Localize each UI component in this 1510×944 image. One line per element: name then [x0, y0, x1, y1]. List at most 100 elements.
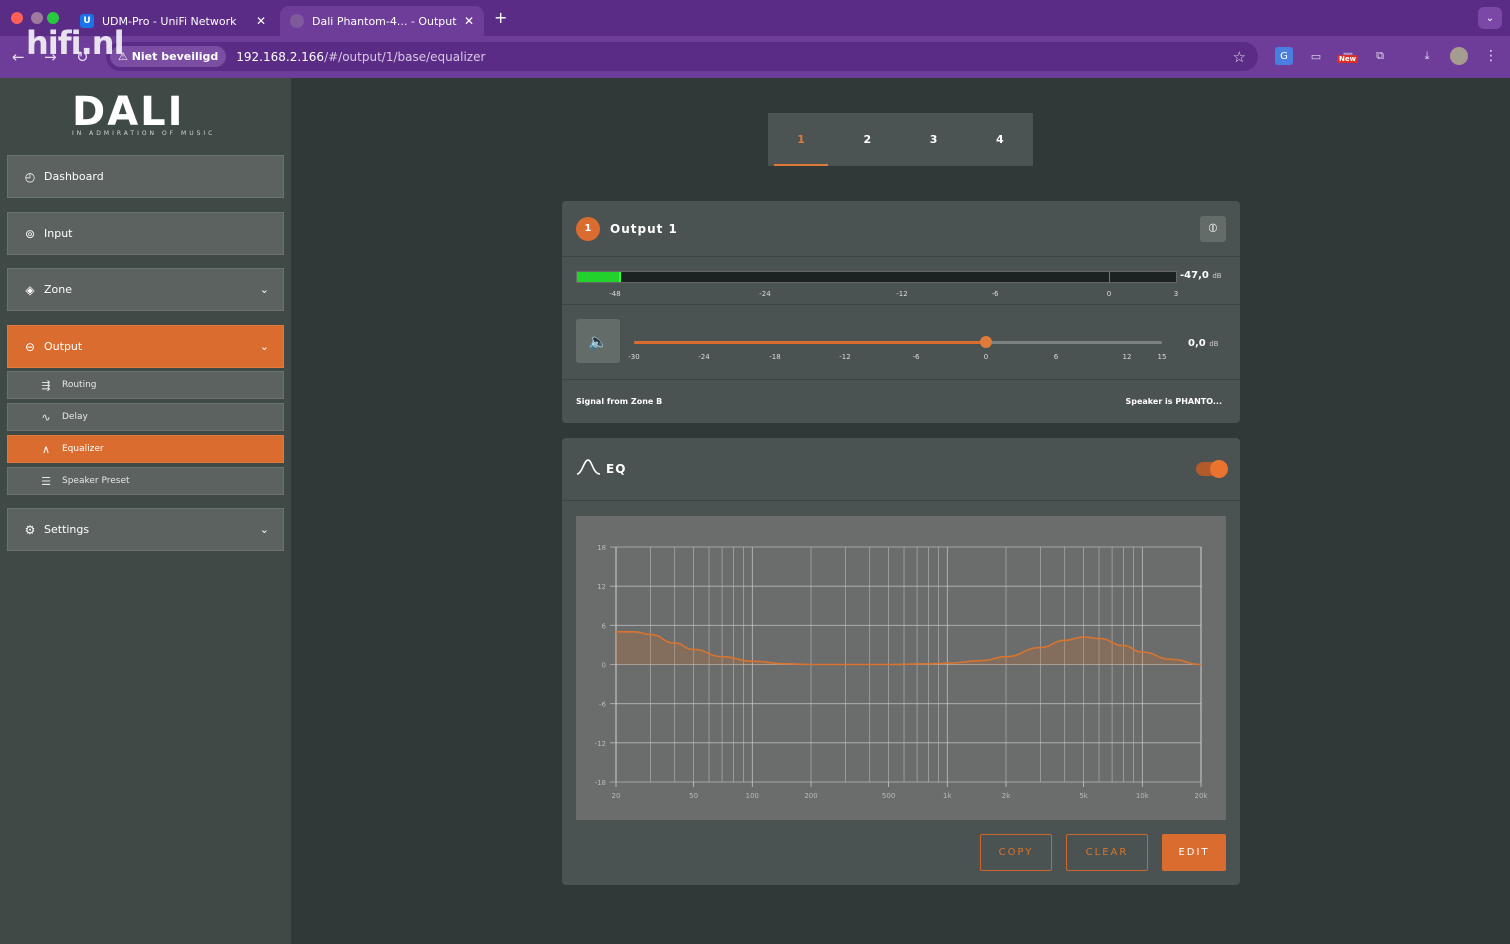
translate-extension-icon[interactable]: G: [1275, 47, 1293, 65]
eq-curve-icon: [576, 458, 602, 480]
y-tick-label: 0: [602, 662, 606, 670]
tab-search-chevron-icon[interactable]: ⌄: [1478, 7, 1502, 29]
browser-toolbar: ← → ↻ ⚠ Niet beveiligd 192.168.2.166/#/o…: [0, 36, 1510, 78]
x-tick-label: 2k: [1002, 792, 1011, 800]
sidebar: DALI IN ADMIRATION OF MUSIC ◴ Dashboard …: [0, 78, 291, 944]
x-tick-label: 50: [689, 792, 698, 800]
logo-word: DALI: [72, 89, 185, 135]
volume-readout: 0,0 dB: [1188, 338, 1218, 349]
speaker-volume-icon[interactable]: 🔈: [576, 319, 620, 363]
download-icon[interactable]: ⤓: [1418, 47, 1436, 65]
dali-logo: DALI IN ADMIRATION OF MUSIC: [72, 92, 220, 137]
sidebar-item-dashboard[interactable]: ◴ Dashboard: [7, 155, 284, 198]
level-meter-peak: [618, 272, 621, 282]
url-host: 192.168.2.166: [236, 49, 325, 64]
copy-button[interactable]: COPY: [980, 834, 1052, 871]
logo-tagline: IN ADMIRATION OF MUSIC: [72, 130, 216, 137]
eq-title: EQ: [606, 462, 627, 476]
volume-tick-label: 12: [1122, 353, 1132, 361]
speaker-model-text: Speaker is PHANTO...: [1125, 396, 1222, 406]
edit-button[interactable]: EDIT: [1162, 834, 1226, 871]
eq-header: EQ: [562, 438, 1240, 501]
chevron-down-icon: ⌄: [259, 340, 269, 353]
volume-tick-label: -18: [769, 353, 781, 361]
sidebar-item-output[interactable]: ⊖ Output ⌄: [7, 325, 284, 368]
close-window-button[interactable]: [11, 12, 23, 24]
eq-chart-svg: 18 12 6 0 -6 -12 -18 20 50 100 200 500 1k 2k 5k 10k 20k: [595, 544, 1209, 800]
status-row: Signal from Zone B Speaker is PHANTO...: [562, 380, 1240, 422]
sidebar-subitem-label: Equalizer: [62, 444, 104, 454]
meter-tick-label: -12: [896, 290, 908, 298]
tab-title: Dali Phantom-4... - Output 1: [312, 14, 458, 28]
watermark-logo: hifi.nl: [26, 24, 125, 62]
security-chip[interactable]: ⚠ Niet beveiligd: [110, 46, 227, 67]
url-path: /#/output/1/base/equalizer: [324, 49, 486, 64]
level-meter-fill: [577, 272, 619, 282]
meter-tick-label: 3: [1173, 290, 1179, 298]
new-extension-icon[interactable]: ▣New: [1337, 47, 1359, 65]
meter-tick-label: 0: [1106, 290, 1112, 298]
volume-tick-label: -12: [839, 353, 851, 361]
sidebar-item-settings[interactable]: ⚙ Settings ⌄: [7, 508, 284, 551]
minimize-window-button[interactable]: [31, 12, 43, 24]
profile-avatar[interactable]: [1450, 47, 1468, 65]
tab-output-1[interactable]: 1: [768, 113, 834, 166]
address-bar[interactable]: ⚠ Niet beveiligd 192.168.2.166/#/output/…: [106, 42, 1258, 71]
eq-enable-toggle[interactable]: [1196, 460, 1228, 478]
tab-output-3[interactable]: 3: [901, 113, 967, 166]
volume-tick-label: -24: [698, 353, 710, 361]
meter-tick-label: -48: [609, 290, 621, 298]
sidebar-subitem-equalizer[interactable]: ∧ Equalizer: [7, 435, 284, 463]
level-meter-zero-mark: [1109, 272, 1110, 282]
y-tick-label: -18: [595, 779, 606, 787]
clear-button[interactable]: CLEAR: [1066, 834, 1148, 871]
sidebar-item-zone[interactable]: ◈ Zone ⌄: [7, 268, 284, 311]
browser-tab-dali[interactable]: Dali Phantom-4... - Output 1 ✕: [280, 6, 484, 36]
volume-tick-label: -30: [628, 353, 640, 361]
sidebar-subitem-label: Speaker Preset: [62, 476, 130, 486]
y-tick-label: -12: [595, 740, 606, 748]
sidebar-subitem-routing[interactable]: ⇶ Routing: [7, 371, 284, 399]
volume-tick-label: 6: [1053, 353, 1059, 361]
volume-slider-knob[interactable]: [980, 336, 992, 348]
sidebar-item-input[interactable]: ⊚ Input: [7, 212, 284, 255]
sliders-icon: ☰: [41, 474, 51, 488]
volume-row: 🔈 0,0 dB -30 -24 -18 -12 -6 0 6 12 15: [562, 305, 1240, 380]
level-meter: [576, 271, 1177, 283]
wave-icon: ∿: [41, 410, 51, 424]
toggle-knob: [1210, 460, 1228, 478]
phase-invert-button[interactable]: ⦶: [1200, 215, 1226, 242]
back-arrow-icon[interactable]: ←: [12, 48, 25, 66]
meter-tick-label: -24: [759, 290, 771, 298]
volume-slider[interactable]: [634, 336, 1162, 348]
more-menu-icon[interactable]: ⋮: [1482, 47, 1500, 65]
close-tab-icon[interactable]: ✕: [464, 14, 474, 28]
tab-output-4[interactable]: 4: [967, 113, 1033, 166]
sidebar-subitem-label: Routing: [62, 380, 97, 390]
eq-frequency-response-chart[interactable]: 18 12 6 0 -6 -12 -18 20 50 100 200 500 1k 2k 5k 10k 20k: [576, 516, 1226, 820]
routing-icon: ⇶: [41, 378, 51, 392]
volume-tick-label: 15: [1157, 353, 1167, 361]
y-tick-label: -6: [599, 701, 607, 709]
sidebar-subitem-speaker-preset[interactable]: ☰ Speaker Preset: [7, 467, 284, 495]
new-tab-icon[interactable]: +: [494, 8, 507, 27]
security-label: Niet beveiligd: [131, 50, 219, 63]
sidebar-subitem-delay[interactable]: ∿ Delay: [7, 403, 284, 431]
sidebar-item-label: Settings: [44, 523, 90, 536]
x-tick-label: 20k: [1195, 792, 1209, 800]
bookmark-star-icon[interactable]: ☆: [1233, 48, 1246, 66]
maximize-window-button[interactable]: [47, 12, 59, 24]
x-tick-label: 20: [612, 792, 621, 800]
volume-value: 0,0: [1188, 338, 1206, 349]
x-tick-label: 200: [804, 792, 817, 800]
chevron-down-icon: ⌄: [259, 523, 269, 536]
close-tab-icon[interactable]: ✕: [256, 14, 266, 28]
sidebar-item-label: Input: [44, 227, 73, 240]
browser-tab-bar: U UDM-Pro - UniFi Network ✕ Dali Phantom…: [0, 0, 1510, 36]
extensions-puzzle-icon[interactable]: ⧉: [1371, 47, 1389, 65]
eq-curve-icon: ∧: [41, 442, 51, 456]
output-header: 1 Output 1 ⦶: [562, 201, 1240, 257]
tab-output-2[interactable]: 2: [834, 113, 900, 166]
x-tick-label: 500: [882, 792, 895, 800]
card-extension-icon[interactable]: ▭: [1307, 47, 1325, 65]
